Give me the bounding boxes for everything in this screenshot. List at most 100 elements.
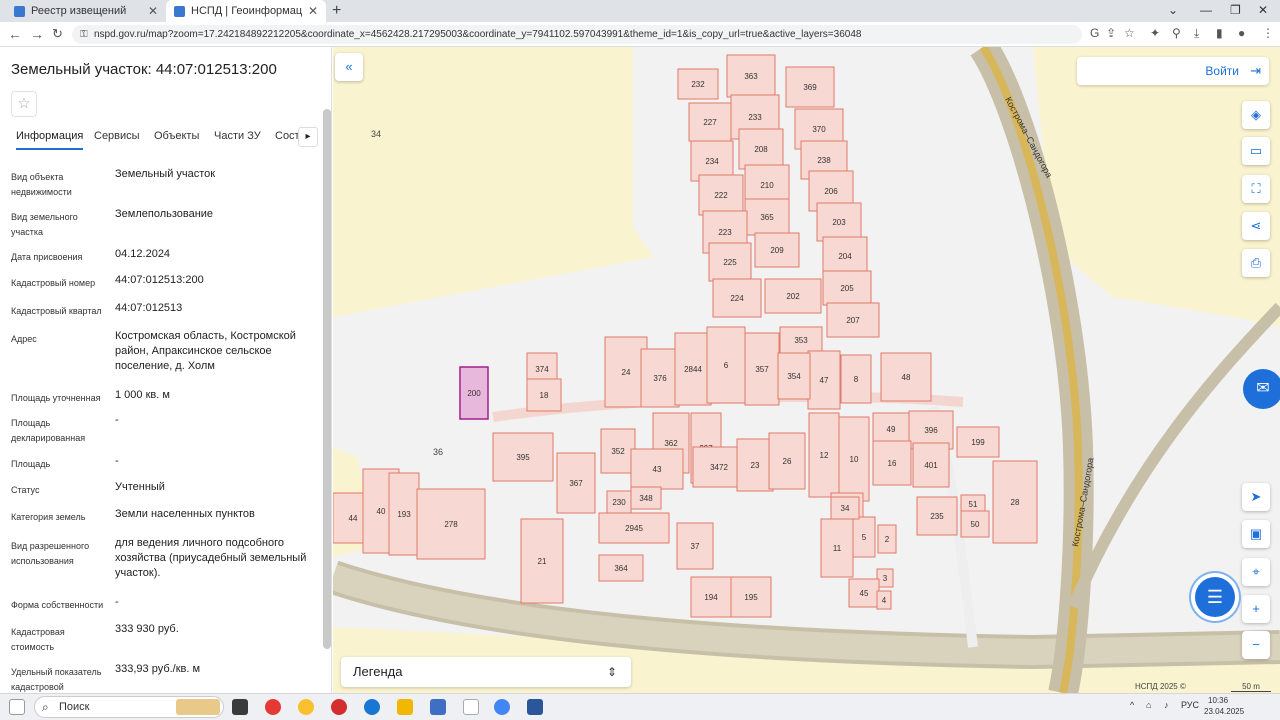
yandex-browser-icon[interactable] bbox=[298, 699, 314, 715]
word-icon[interactable] bbox=[527, 699, 543, 715]
zoom-out-button[interactable]: − bbox=[1242, 631, 1270, 659]
url-field[interactable]: ⚿ nspd.gov.ru/map?zoom=17.24218489221220… bbox=[72, 25, 1082, 44]
tab-title: Реестр извещений bbox=[31, 5, 127, 17]
scale-bar: 50 m bbox=[1231, 682, 1271, 692]
browser-tab-bar: Реестр извещений ✕ НСПД | Геоинформацион… bbox=[0, 0, 1280, 22]
notepad-icon[interactable] bbox=[463, 699, 479, 715]
tab-search-icon[interactable]: ⌄ bbox=[1168, 3, 1178, 17]
panel-scrollbar[interactable] bbox=[323, 109, 331, 649]
yandex-icon[interactable] bbox=[265, 699, 281, 715]
prop-key: Площадь декларированная bbox=[11, 418, 86, 443]
app-icon[interactable] bbox=[430, 699, 446, 715]
zoom-in-button[interactable]: + bbox=[1242, 595, 1270, 623]
browser-tab-nspd[interactable]: НСПД | Геоинформационный п ✕ bbox=[166, 0, 326, 22]
language-indicator[interactable]: РУС bbox=[1181, 700, 1199, 710]
parcel-label: 40 bbox=[377, 507, 386, 516]
parcel-label: 23 bbox=[751, 461, 760, 470]
bookmark-star-icon[interactable]: ☆ bbox=[1124, 26, 1135, 40]
browser-icon[interactable] bbox=[364, 699, 380, 715]
parcel-label: 34 bbox=[841, 504, 850, 513]
minimize-button[interactable]: — bbox=[1200, 3, 1212, 17]
sidepanel-icon[interactable]: ▮ bbox=[1216, 26, 1223, 40]
tab-information[interactable]: Информация bbox=[16, 130, 84, 150]
search-label: Поиск bbox=[59, 701, 90, 713]
collapse-panel-button[interactable]: « bbox=[335, 53, 363, 81]
tab-services[interactable]: Сервисы bbox=[94, 130, 140, 142]
close-tab-icon[interactable]: ✕ bbox=[148, 4, 158, 18]
prop-value: - bbox=[115, 455, 119, 467]
label-36: 36 bbox=[433, 447, 443, 457]
parcel-label: 353 bbox=[794, 336, 808, 345]
download-icon[interactable]: ⤓ bbox=[1194, 26, 1199, 41]
new-tab-button[interactable]: + bbox=[332, 2, 341, 20]
extensions-icon[interactable]: ✦ bbox=[1150, 26, 1160, 40]
windows-start-icon[interactable] bbox=[9, 699, 25, 715]
parcel-label: 204 bbox=[838, 252, 852, 261]
parcel-label: 364 bbox=[614, 564, 628, 573]
parcel-label: 199 bbox=[971, 438, 985, 447]
forward-icon[interactable]: → bbox=[30, 26, 44, 42]
prop-key: Категория земель bbox=[11, 512, 86, 522]
back-icon[interactable]: ← bbox=[8, 26, 22, 42]
parcel-label: 352 bbox=[611, 447, 625, 456]
parcel-label: 5 bbox=[862, 533, 867, 542]
parcel-label: 37 bbox=[691, 542, 700, 551]
close-window-button[interactable]: ✕ bbox=[1258, 3, 1268, 17]
map-view[interactable]: 232 363 369 227 233 370 208 234 238 222 210 206 365 2… bbox=[333, 47, 1280, 693]
copyright-text: НСПД 2025 © bbox=[1135, 682, 1186, 691]
ruler-button[interactable]: ▭ bbox=[1242, 137, 1270, 165]
pin-icon[interactable]: ⚲ bbox=[1172, 26, 1181, 40]
map-canvas[interactable]: 232363369227233370208234 2382222102063652… bbox=[333, 47, 1280, 693]
parcel-label: 49 bbox=[887, 425, 896, 434]
parcel-label: 44 bbox=[349, 514, 358, 523]
locate-button[interactable]: ➤ bbox=[1242, 483, 1270, 511]
parcel-label: 225 bbox=[723, 258, 737, 267]
file-explorer-icon[interactable] bbox=[397, 699, 413, 715]
site-favicon-icon bbox=[14, 5, 25, 17]
parcel-label: 193 bbox=[397, 510, 411, 519]
prop-key: Вид разрешенного использования bbox=[11, 541, 90, 566]
parcel-label: 401 bbox=[924, 461, 938, 470]
weather-widget-icon[interactable] bbox=[176, 699, 220, 715]
parcel-label: 278 bbox=[444, 520, 458, 529]
maximize-button[interactable]: ❐ bbox=[1230, 3, 1241, 17]
parcel-label: 26 bbox=[783, 457, 792, 466]
parcel-label: 376 bbox=[653, 374, 667, 383]
minimap-button[interactable]: ▣ bbox=[1242, 520, 1270, 548]
prop-key: Площадь bbox=[11, 459, 51, 469]
geo-search-button[interactable]: ⌖ bbox=[1242, 558, 1270, 586]
tab-objects[interactable]: Объекты bbox=[154, 130, 199, 142]
network-icon[interactable]: ⌂ bbox=[1146, 700, 1151, 710]
menu-icon[interactable]: ⋮ bbox=[1262, 26, 1274, 40]
browser-tab-registry[interactable]: Реестр извещений ✕ bbox=[6, 0, 166, 22]
share-button[interactable]: ⋖ bbox=[1242, 212, 1270, 240]
page-title: Земельный участок: 44:07:012513:200 bbox=[11, 61, 277, 78]
print-button[interactable]: ⎙ bbox=[1242, 249, 1270, 277]
select-area-button[interactable]: ⛶ bbox=[1242, 175, 1270, 203]
parcel-label: 12 bbox=[820, 451, 829, 460]
chevron-updown-icon: ⇕ bbox=[606, 665, 617, 679]
tray-arrow-icon[interactable]: ^ bbox=[1130, 700, 1134, 710]
chat-button[interactable]: ☰ bbox=[1195, 577, 1235, 617]
reload-icon[interactable]: ↻ bbox=[52, 26, 63, 42]
tabs-next-button[interactable]: ▸ bbox=[298, 127, 318, 147]
url-text: nspd.gov.ru/map?zoom=17.242184892212205&… bbox=[94, 29, 862, 40]
opera-icon[interactable] bbox=[331, 699, 347, 715]
prop-value: Учтенный bbox=[115, 481, 165, 493]
volume-icon[interactable]: ♪ bbox=[1164, 700, 1169, 710]
prop-key: Кадастровая стоимость bbox=[11, 627, 65, 652]
login-label: Войти bbox=[1205, 64, 1239, 78]
close-tab-icon[interactable]: ✕ bbox=[308, 4, 318, 18]
chrome-icon[interactable] bbox=[494, 699, 510, 715]
tab-parts[interactable]: Части ЗУ bbox=[214, 130, 261, 142]
legend-selector[interactable]: Легенда ⇕ bbox=[341, 657, 631, 687]
chat-sidetab-icon[interactable]: ✉ bbox=[1243, 369, 1280, 409]
profile-icon[interactable]: ● bbox=[1238, 26, 1245, 40]
layers-button[interactable]: ◈ bbox=[1242, 101, 1270, 129]
share-icon[interactable]: ⇪ bbox=[1106, 26, 1116, 40]
favorite-star-button[interactable]: ☆ bbox=[11, 91, 37, 117]
google-icon[interactable]: G bbox=[1090, 26, 1099, 40]
task-view-icon[interactable] bbox=[232, 699, 248, 715]
login-button[interactable]: Войти ⇥ bbox=[1077, 57, 1269, 85]
parcel-label: 51 bbox=[969, 500, 978, 509]
